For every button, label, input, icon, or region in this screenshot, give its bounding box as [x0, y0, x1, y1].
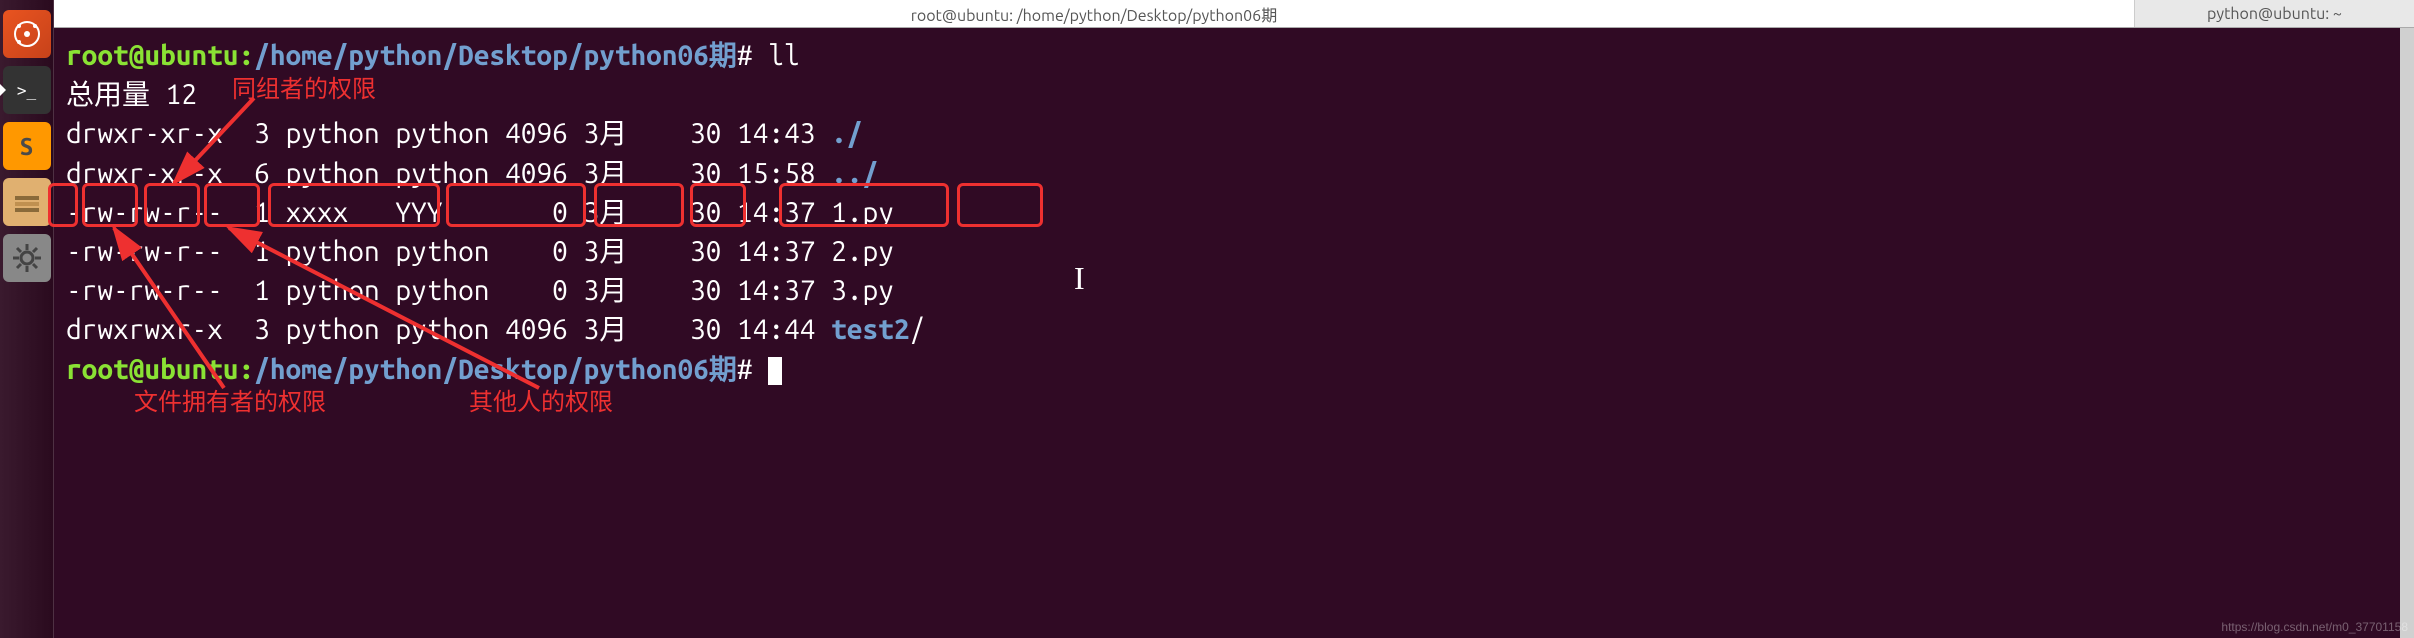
month: 3月	[584, 275, 659, 306]
month: 3月	[584, 236, 659, 267]
annotation-group-perm: 同组者的权限	[232, 73, 376, 107]
total-line: 总用量 12	[66, 75, 2402, 114]
command-text: ll	[768, 40, 799, 71]
time: 14:37	[737, 275, 815, 306]
day: 30	[690, 118, 721, 149]
terminal-launcher-icon[interactable]: >_	[3, 66, 51, 114]
size: 4096	[505, 118, 568, 149]
suffix: /	[910, 314, 926, 345]
prompt-path: /home/python/Desktop/python06期	[254, 40, 737, 71]
annotation-other-perm: 其他人的权限	[469, 386, 613, 420]
listing-row: drwxr-xr-x 3 python python 4096 3月 30 14…	[66, 114, 2402, 153]
annotation-owner-perm: 文件拥有者的权限	[134, 386, 326, 420]
red-box-group	[446, 183, 586, 227]
text-cursor-icon: I	[1074, 256, 1085, 301]
filename: test2	[831, 314, 909, 345]
title-tab-active[interactable]: root@ubuntu: /home/python/Desktop/python…	[54, 0, 2134, 27]
red-box-filetype	[48, 183, 78, 227]
prompt-hash: #	[737, 40, 768, 71]
window-title-left: root@ubuntu: /home/python/Desktop/python…	[911, 2, 1277, 26]
red-box-month	[690, 183, 746, 227]
time: 14:43	[737, 118, 815, 149]
arrow-other-perm	[219, 223, 559, 403]
red-box-size	[594, 183, 684, 227]
month: 3月	[584, 314, 659, 345]
red-box-daytime	[779, 183, 949, 227]
watermark: https://blog.csdn.net/m0_37701158	[2221, 620, 2408, 634]
month: 3月	[584, 118, 659, 149]
day: 30	[690, 275, 721, 306]
sublime-launcher-icon[interactable]: S	[3, 122, 51, 170]
prompt-line-1: root@ubuntu:/home/python/Desktop/python0…	[66, 36, 2402, 75]
dash-icon[interactable]	[3, 10, 51, 58]
window-title-right: python@ubuntu: ~	[2207, 5, 2342, 23]
settings-launcher-icon[interactable]	[3, 234, 51, 282]
scrollbar-right[interactable]	[2400, 28, 2414, 638]
files-launcher-icon[interactable]	[3, 178, 51, 226]
terminal-content[interactable]: root@ubuntu:/home/python/Desktop/python0…	[54, 28, 2414, 638]
main-area: root@ubuntu: /home/python/Desktop/python…	[54, 0, 2414, 638]
time: 14:37	[737, 236, 815, 267]
window-title-bar: root@ubuntu: /home/python/Desktop/python…	[54, 0, 2414, 28]
terminal-cursor	[768, 357, 782, 385]
day: 30	[690, 314, 721, 345]
time: 14:44	[737, 314, 815, 345]
filename: ./	[831, 118, 862, 149]
filename: 2.py	[831, 236, 894, 267]
filename: 3.py	[831, 275, 894, 306]
day: 30	[690, 236, 721, 267]
title-tab-inactive[interactable]: python@ubuntu: ~	[2134, 0, 2414, 27]
red-box-filename	[957, 183, 1043, 227]
group: python	[395, 118, 489, 149]
prompt-user: root@ubuntu	[66, 40, 238, 71]
unity-launcher[interactable]: >_ S	[0, 0, 54, 638]
